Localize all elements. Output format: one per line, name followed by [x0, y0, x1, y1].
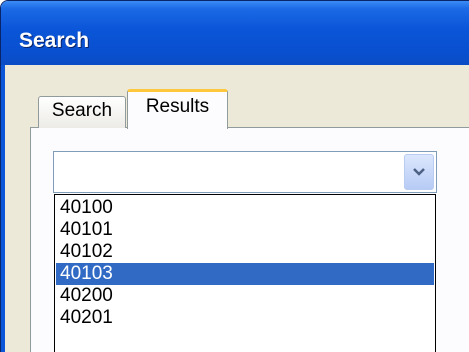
list-item[interactable]: 40200 — [56, 285, 434, 307]
title-bar[interactable]: Search — [1, 1, 469, 65]
list-item[interactable]: 40100 — [56, 197, 434, 219]
list-item[interactable]: 40102 — [56, 241, 434, 263]
tab-results[interactable]: Results — [127, 89, 228, 129]
dropdown-button[interactable] — [404, 154, 434, 190]
list-item[interactable]: 40101 — [56, 219, 434, 241]
list-item[interactable]: 40201 — [56, 307, 434, 329]
screenshot-frame: Search Search Results 40100 40101 40102 … — [0, 0, 469, 352]
list-item-selected[interactable]: 40103 — [56, 263, 434, 285]
window-title: Search — [19, 29, 90, 52]
tab-search-label: Search — [51, 100, 113, 121]
tab-results-label: Results — [145, 96, 210, 117]
results-combobox[interactable] — [53, 151, 437, 193]
chevron-down-icon — [413, 168, 425, 176]
tab-search[interactable]: Search — [38, 96, 126, 128]
results-dropdown-list[interactable]: 40100 40101 40102 40103 40200 40201 — [54, 194, 436, 352]
